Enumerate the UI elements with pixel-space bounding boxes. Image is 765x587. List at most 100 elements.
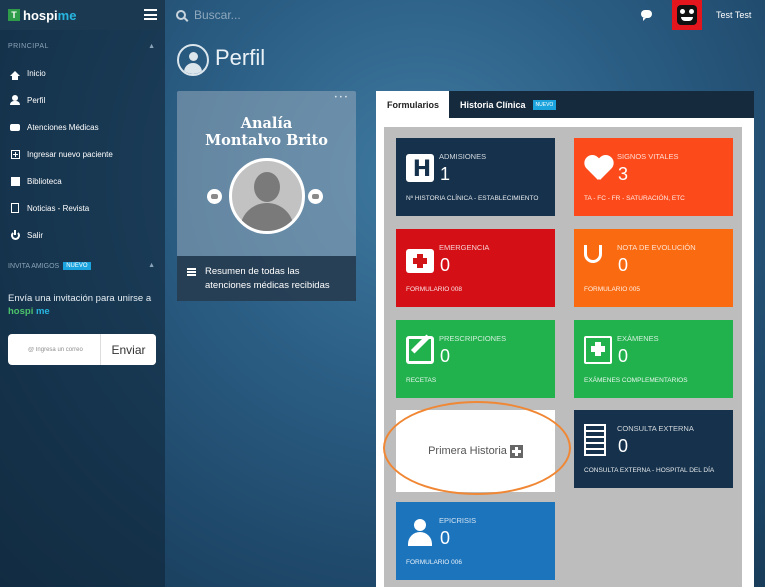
tile-subtitle: Formulario 008	[406, 286, 462, 293]
tile-count: 0	[618, 436, 629, 456]
book-icon	[10, 176, 20, 186]
doctor-icon	[406, 518, 434, 546]
tile-count: 1	[440, 164, 451, 184]
brand-area: T hospi me	[0, 0, 165, 30]
send-invite-button[interactable]: Enviar	[100, 334, 156, 365]
top-bar: T hospi me Test Test	[0, 0, 765, 30]
tile-label: Admisiones	[439, 152, 487, 161]
plus-square-icon	[10, 149, 20, 159]
stethoscope-icon	[584, 245, 602, 263]
profile-title-icon	[177, 44, 209, 76]
sidebar-item-atenciones[interactable]: Atenciones Médicas	[10, 122, 99, 132]
tile-subtitle: Formulario 005	[584, 286, 640, 293]
logo-text-prefix: hospi	[23, 7, 58, 23]
sidebar-item-label: Atenciones Médicas	[27, 122, 99, 132]
sidebar-item-label: Salir	[27, 230, 44, 240]
tile-subtitle: Nº Historia Clínica - Establecimiento	[406, 195, 539, 202]
tile-admisiones[interactable]: Admisiones 1 Nº Historia Clínica - Estab…	[396, 138, 555, 216]
new-badge: NUEVO	[532, 99, 557, 110]
collapse-caret-icon[interactable]: ▲	[148, 43, 155, 50]
logo-icon: T	[8, 9, 20, 21]
logo-text-suffix: me	[57, 7, 77, 23]
tile-label: Prescripciones	[439, 334, 507, 343]
tile-prescripciones[interactable]: Prescripciones 0 Recetas	[396, 320, 555, 398]
first-history-label: Primera Historia	[428, 445, 507, 457]
chat-icon[interactable]	[641, 10, 652, 21]
list-icon	[187, 268, 196, 276]
tile-label: Exámenes	[617, 334, 659, 343]
sidebar-item-label: Perfil	[27, 95, 46, 105]
plus-icon	[509, 444, 523, 458]
tile-subtitle: TA - FC - FR - Saturación, etc	[584, 195, 685, 202]
first-history-button[interactable]: Primera Historia	[396, 410, 555, 492]
sidebar-item-noticias[interactable]: Noticias - Revista	[10, 203, 89, 213]
tile-consulta-externa[interactable]: Consulta Externa 0 Consulta Externa - Ho…	[574, 410, 733, 488]
mail-icon[interactable]	[308, 189, 323, 204]
invite-section-label: INVITA AMIGOS NUEVO	[8, 262, 91, 270]
heart-icon	[584, 154, 612, 182]
message-icon[interactable]	[207, 189, 222, 204]
tab-label: Historia Clínica	[460, 99, 526, 110]
tile-epicrisis[interactable]: Epicrisis 0 Formulario 006	[396, 502, 555, 580]
profile-name: Analía Montalvo Brito	[177, 115, 356, 149]
tile-label: Epicrisis	[439, 516, 477, 525]
search-input[interactable]	[194, 8, 374, 22]
profile-summary-link[interactable]: Resumen de todas las atenciones médicas …	[177, 256, 356, 301]
invite-email-input[interactable]	[8, 346, 100, 353]
sidebar-item-salir[interactable]: Salir	[10, 229, 44, 240]
sidebar-item-label: Ingresar nuevo paciente	[27, 149, 113, 159]
collapse-caret-icon[interactable]: ▲	[148, 262, 155, 269]
profile-card: ••• Analía Montalvo Brito Resumen de tod…	[177, 91, 356, 301]
tile-subtitle: Formulario 006	[406, 559, 462, 566]
user-icon	[10, 95, 20, 105]
building-icon	[584, 424, 606, 456]
username[interactable]: Test Test	[716, 10, 751, 20]
search-bar	[176, 7, 396, 23]
tile-nota-evolucion[interactable]: Nota de Evolución 0 Formulario 005	[574, 229, 733, 307]
edit-icon	[406, 336, 434, 364]
sidebar-item-nuevo-paciente[interactable]: Ingresar nuevo paciente	[10, 149, 113, 159]
user-avatar[interactable]	[672, 0, 702, 30]
tile-label: Consulta Externa	[617, 424, 694, 433]
card-controls-icon[interactable]: •••	[335, 95, 350, 101]
hamburger-menu-icon[interactable]	[144, 9, 157, 20]
tile-subtitle: Exámenes Complementarios	[584, 377, 688, 384]
invite-text: Envía una invitación para unirse a hospi…	[8, 292, 158, 318]
sidebar-section-label: PRINCIPAL	[8, 43, 49, 50]
invite-section-text: INVITA AMIGOS	[8, 262, 60, 270]
tile-label: Emergencia	[439, 243, 490, 252]
sidebar-item-label: Noticias - Revista	[27, 203, 90, 213]
tab-bar: Formularios Historia Clínica NUEVO	[376, 91, 754, 118]
sidebar-item-label: Biblioteca	[27, 176, 62, 186]
tile-count: 0	[440, 528, 451, 548]
new-badge: NUEVO	[63, 262, 91, 270]
hospital-cross-icon	[584, 336, 612, 364]
sidebar-item-biblioteca[interactable]: Biblioteca	[10, 176, 62, 186]
tab-label: Formularios	[387, 99, 440, 110]
tile-count: 0	[440, 255, 451, 275]
profile-photo[interactable]	[229, 158, 305, 234]
first-aid-kit-icon	[406, 249, 434, 273]
page-title: Perfil	[215, 45, 266, 70]
profile-last-name: Montalvo Brito	[205, 132, 328, 149]
search-icon[interactable]	[176, 10, 186, 20]
tab-historia-clinica[interactable]: Historia Clínica NUEVO	[449, 91, 567, 118]
tile-count: 0	[618, 346, 629, 366]
tile-examenes[interactable]: Exámenes 0 Exámenes Complementarios	[574, 320, 733, 398]
tile-label: Nota de Evolución	[617, 243, 696, 252]
tab-formularios[interactable]: Formularios	[376, 91, 449, 118]
sidebar-item-inicio[interactable]: Inicio	[10, 68, 46, 80]
tile-count: 0	[618, 255, 629, 275]
profile-summary-text: Resumen de todas las atenciones médicas …	[205, 266, 330, 291]
tile-signos-vitales[interactable]: Signos Vitales 3 TA - FC - FR - Saturaci…	[574, 138, 733, 216]
hospital-h-icon	[406, 154, 436, 184]
home-icon	[10, 68, 20, 80]
sidebar-item-perfil[interactable]: Perfil	[10, 95, 45, 105]
tile-subtitle: Recetas	[406, 377, 437, 384]
tile-count: 0	[440, 346, 451, 366]
tile-subtitle: Consulta Externa - Hospital del Día	[584, 467, 715, 474]
profile-first-name: Analía	[240, 115, 293, 132]
tile-emergencia[interactable]: Emergencia 0 Formulario 008	[396, 229, 555, 307]
sidebar: PRINCIPAL ▲ Inicio Perfil Atenciones Méd…	[0, 30, 165, 587]
cars-icon	[10, 122, 20, 132]
